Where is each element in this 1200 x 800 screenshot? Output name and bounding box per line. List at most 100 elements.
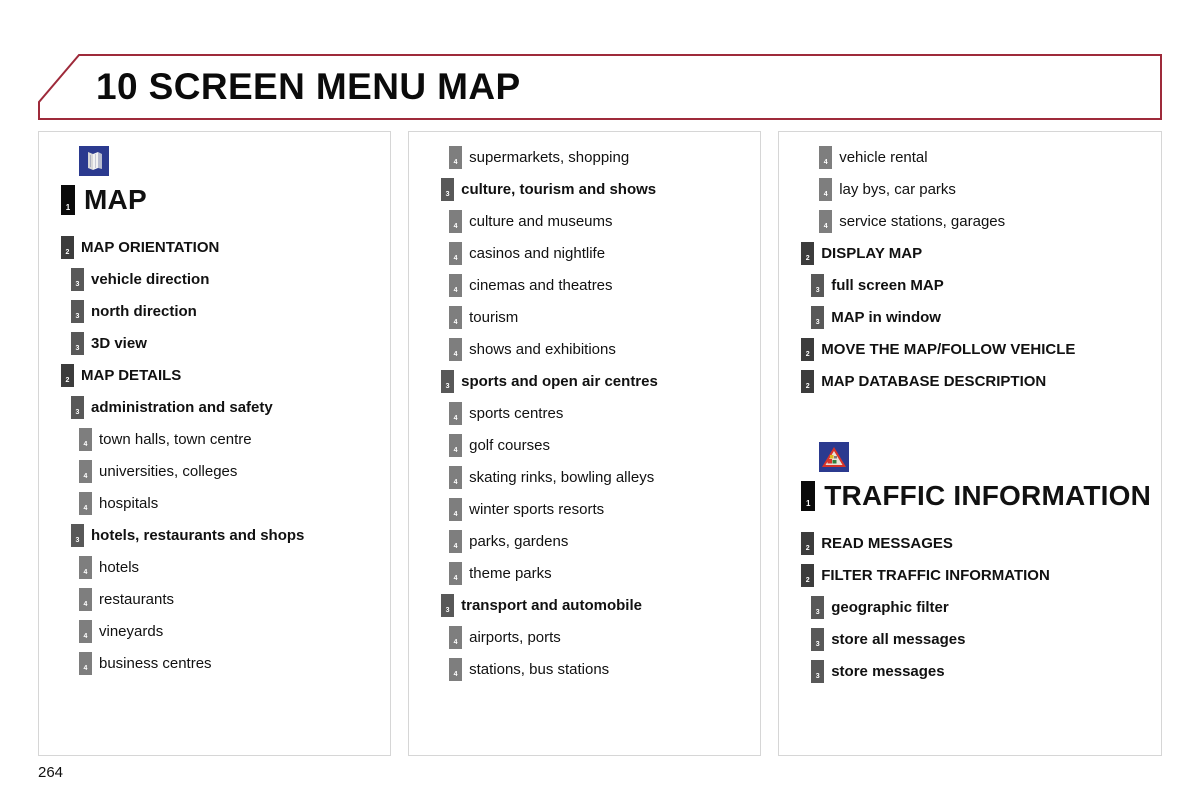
menu-item-l4-cinemas-and-theatres[interactable]: 4 cinemas and theatres xyxy=(419,274,750,297)
menu-item-l3-store-messages[interactable]: 3 store messages xyxy=(789,660,1151,683)
menu-item-label: town halls, town centre xyxy=(99,431,252,448)
menu-item-l3-hotels-restaurants-and-shops[interactable]: 3 hotels, restaurants and shops xyxy=(49,524,380,547)
menu-item-label: culture, tourism and shows xyxy=(461,181,657,198)
menu-item-l2-read-messages[interactable]: 2 READ MESSAGES xyxy=(789,532,1151,555)
level-badge-2: 2 xyxy=(801,338,815,361)
menu-item-label: shows and exhibitions xyxy=(469,341,616,358)
menu-item-l3-administration-and-safety[interactable]: 3 administration and safety xyxy=(49,396,380,419)
menu-item-l3-map-in-window[interactable]: 3 MAP in window xyxy=(789,306,1151,329)
menu-item-l4-sports-centres[interactable]: 4 sports centres xyxy=(419,402,750,425)
menu-item-label: MAP xyxy=(84,184,147,215)
menu-item-l3-geographic-filter[interactable]: 3 geographic filter xyxy=(789,596,1151,619)
menu-item-l4-vineyards[interactable]: 4 vineyards xyxy=(49,620,380,643)
menu-item-label: tourism xyxy=(469,309,519,326)
menu-item-label: vehicle direction xyxy=(91,271,210,288)
menu-item-l2-display-map[interactable]: 2 DISPLAY MAP xyxy=(789,242,1151,265)
menu-item-l3-store-all-messages[interactable]: 3 store all messages xyxy=(789,628,1151,651)
menu-item-l4-hospitals[interactable]: 4 hospitals xyxy=(49,492,380,515)
level-badge-3: 3 xyxy=(811,306,825,329)
level-badge-4: 4 xyxy=(449,626,463,649)
level-badge-3: 3 xyxy=(71,300,84,323)
level-badge-1: 1 xyxy=(61,185,75,215)
level-badge-4: 4 xyxy=(449,338,463,361)
menu-item-l4-stations-bus-stations[interactable]: 4 stations, bus stations xyxy=(419,658,750,681)
menu-item-label: business centres xyxy=(99,655,212,672)
level-badge-3: 3 xyxy=(441,370,455,393)
level-badge-4: 4 xyxy=(449,466,463,489)
menu-item-l4-hotels[interactable]: 4 hotels xyxy=(49,556,380,579)
menu-item-label: 3D view xyxy=(91,335,147,352)
level-badge-4: 4 xyxy=(819,210,833,233)
menu-item-l3-sports-and-open-air-centres[interactable]: 3 sports and open air centres xyxy=(419,370,750,393)
menu-item-label: restaurants xyxy=(99,591,175,608)
menu-item-l4-business-centres[interactable]: 4 business centres xyxy=(49,652,380,675)
menu-item-label: hotels xyxy=(99,559,140,576)
menu-item-l4-golf-courses[interactable]: 4 golf courses xyxy=(419,434,750,457)
menu-item-label: lay bys, car parks xyxy=(839,181,956,198)
menu-item-label: store all messages xyxy=(831,631,966,648)
menu-item-l4-shows-and-exhibitions[interactable]: 4 shows and exhibitions xyxy=(419,338,750,361)
menu-item-l2-map-database-description[interactable]: 2 MAP DATABASE DESCRIPTION xyxy=(789,370,1151,393)
menu-item-l3-vehicle-direction[interactable]: 3 vehicle direction xyxy=(49,268,380,291)
menu-item-label: vehicle rental xyxy=(839,149,928,166)
menu-item-label: theme parks xyxy=(469,565,552,582)
level-badge-3: 3 xyxy=(71,332,84,355)
menu-item-l3-north-direction[interactable]: 3 north direction xyxy=(49,300,380,323)
level-badge-3: 3 xyxy=(71,396,84,419)
traffic-warning-icon xyxy=(819,442,850,472)
menu-item-label: airports, ports xyxy=(469,629,561,646)
level-badge-2: 2 xyxy=(61,364,74,387)
menu-item-l4-universities-colleges[interactable]: 4 universities, colleges xyxy=(49,460,380,483)
menu-item-label: transport and automobile xyxy=(461,597,642,614)
menu-item-label: store messages xyxy=(831,663,945,680)
menu-item-l1-traffic-information[interactable]: 1 TRAFFIC INFORMATION xyxy=(789,480,1151,512)
level-badge-4: 4 xyxy=(819,146,833,169)
menu-map-columns: 1 MAP 2 MAP ORIENTATION 3 vehicle direction 3 n… xyxy=(38,131,1163,756)
menu-item-label: cinemas and theatres xyxy=(469,277,613,294)
menu-item-l3-3d-view[interactable]: 3 3D view xyxy=(49,332,380,355)
menu-item-label: administration and safety xyxy=(91,399,273,416)
menu-item-label: sports and open air centres xyxy=(461,373,658,390)
menu-item-l2-map-details[interactable]: 2 MAP DETAILS xyxy=(49,364,380,387)
menu-item-label: DISPLAY MAP xyxy=(821,245,923,262)
menu-item-l2-map-orientation[interactable]: 2 MAP ORIENTATION xyxy=(49,236,380,259)
menu-item-l4-lay-bys-car-parks[interactable]: 4 lay bys, car parks xyxy=(789,178,1151,201)
menu-item-l4-casinos-and-nightlife[interactable]: 4 casinos and nightlife xyxy=(419,242,750,265)
menu-item-label: casinos and nightlife xyxy=(469,245,606,262)
menu-item-label: MAP in window xyxy=(831,309,941,326)
menu-item-l3-full-screen-map[interactable]: 3 full screen MAP xyxy=(789,274,1151,297)
level-badge-3: 3 xyxy=(441,178,455,201)
level-badge-4: 4 xyxy=(79,588,92,611)
menu-item-label: MAP DATABASE DESCRIPTION xyxy=(821,373,1047,390)
level-badge-4: 4 xyxy=(449,498,463,521)
menu-item-l4-parks-gardens[interactable]: 4 parks, gardens xyxy=(419,530,750,553)
level-badge-2: 2 xyxy=(801,242,815,265)
level-badge-4: 4 xyxy=(449,146,463,169)
menu-item-l3-culture-tourism-and-shows[interactable]: 3 culture, tourism and shows xyxy=(419,178,750,201)
menu-item-label: winter sports resorts xyxy=(469,501,605,518)
level-badge-2: 2 xyxy=(801,370,815,393)
menu-item-l2-filter-traffic-information[interactable]: 2 FILTER TRAFFIC INFORMATION xyxy=(789,564,1151,587)
menu-item-l4-town-halls-town-centre[interactable]: 4 town halls, town centre xyxy=(49,428,380,451)
level-badge-4: 4 xyxy=(449,274,463,297)
menu-item-l4-supermarkets-shopping[interactable]: 4 supermarkets, shopping xyxy=(419,146,750,169)
menu-item-label: universities, colleges xyxy=(99,463,238,480)
menu-item-label: MAP DETAILS xyxy=(81,367,182,384)
menu-item-l2-move-the-map-follow-vehicle[interactable]: 2 MOVE THE MAP/FOLLOW VEHICLE xyxy=(789,338,1151,361)
level-badge-4: 4 xyxy=(79,556,92,579)
menu-item-l4-restaurants[interactable]: 4 restaurants xyxy=(49,588,380,611)
menu-item-l3-transport-and-automobile[interactable]: 3 transport and automobile xyxy=(419,594,750,617)
menu-item-label: MOVE THE MAP/FOLLOW VEHICLE xyxy=(821,341,1076,358)
menu-item-label: supermarkets, shopping xyxy=(469,149,630,166)
menu-item-l4-vehicle-rental[interactable]: 4 vehicle rental xyxy=(789,146,1151,169)
menu-item-l4-skating-rinks-bowling-alleys[interactable]: 4 skating rinks, bowling alleys xyxy=(419,466,750,489)
menu-item-l4-winter-sports-resorts[interactable]: 4 winter sports resorts xyxy=(419,498,750,521)
menu-item-l4-theme-parks[interactable]: 4 theme parks xyxy=(419,562,750,585)
menu-item-l1-map[interactable]: 1 MAP xyxy=(49,184,380,216)
menu-item-l4-airports-ports[interactable]: 4 airports, ports xyxy=(419,626,750,649)
menu-item-l4-tourism[interactable]: 4 tourism xyxy=(419,306,750,329)
menu-item-l4-service-stations-garages[interactable]: 4 service stations, garages xyxy=(789,210,1151,233)
level-badge-4: 4 xyxy=(449,210,463,233)
menu-item-label: FILTER TRAFFIC INFORMATION xyxy=(821,567,1050,584)
menu-item-l4-culture-and-museums[interactable]: 4 culture and museums xyxy=(419,210,750,233)
